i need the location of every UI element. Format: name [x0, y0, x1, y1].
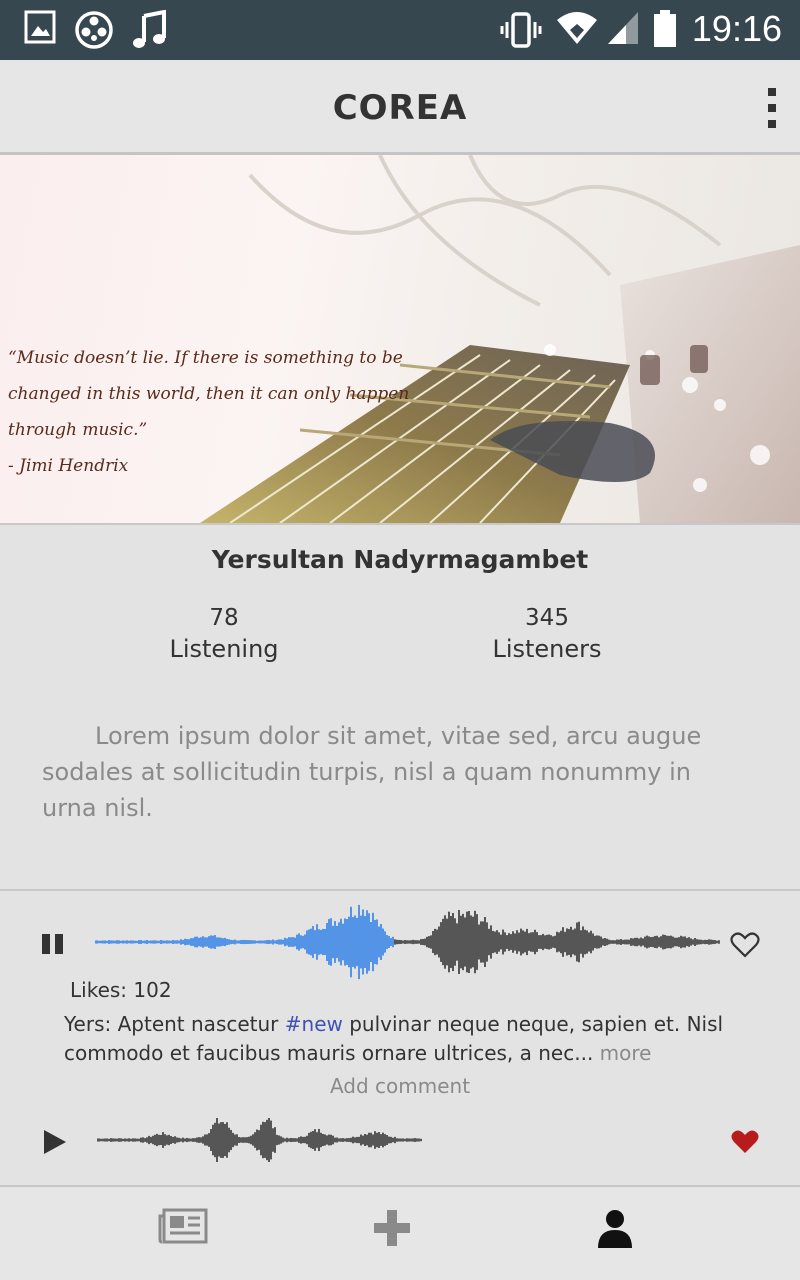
status-bar: 19:16 [0, 0, 800, 60]
profile-banner: “Music doesn’t lie. If there is somethin… [0, 155, 800, 525]
waveform-seekbar[interactable] [95, 900, 720, 984]
battery-icon [654, 10, 676, 47]
stat-value: 345 [525, 605, 569, 631]
stat-label: Listeners [492, 635, 602, 663]
image-icon [24, 10, 56, 44]
heart-outline-icon[interactable] [730, 931, 760, 959]
signal-icon [608, 12, 638, 44]
stat-value: 78 [209, 605, 239, 631]
divider [0, 1185, 800, 1187]
stat-label: Listening [169, 635, 279, 663]
likes-count[interactable]: Likes: 102 [70, 978, 172, 1002]
bottom-navigation [0, 1188, 800, 1280]
add-icon[interactable] [372, 1208, 412, 1248]
add-comment-button[interactable]: Add comment [0, 1074, 800, 1098]
profile-name: Yersultan Nadyrmagambet [211, 545, 589, 574]
profile-icon[interactable] [596, 1208, 634, 1248]
stat-listeners[interactable]: 345 Listeners [437, 605, 657, 663]
vibrate-icon [500, 12, 542, 48]
heart-filled-icon[interactable] [730, 1128, 760, 1156]
stat-listening[interactable]: 78 Listening [114, 605, 334, 663]
quote-author: - Jimi Hendrix [8, 456, 129, 476]
play-icon[interactable] [42, 1128, 68, 1156]
more-link[interactable]: more [600, 1041, 652, 1065]
overflow-menu-icon[interactable] [768, 88, 778, 128]
quote-text: “Music doesn’t lie. If there is somethin… [8, 348, 410, 440]
clock: 19:16 [691, 8, 782, 49]
news-feed-icon[interactable] [158, 1206, 208, 1246]
caption-author[interactable]: Yers: [64, 1012, 111, 1036]
music-note-icon [133, 10, 166, 48]
hashtag-link[interactable]: #new [285, 1012, 343, 1036]
film-reel-icon [75, 11, 113, 49]
caption-text: Aptent nascetur [111, 1012, 285, 1036]
wifi-icon [557, 12, 597, 44]
app-bar: COREA [0, 60, 800, 155]
divider [0, 889, 800, 891]
profile-bio: Lorem ipsum dolor sit amet, vitae sed, a… [42, 722, 702, 822]
pause-icon[interactable] [40, 932, 66, 956]
banner-quote: “Music doesn’t lie. If there is somethin… [8, 340, 418, 484]
app-title: COREA [332, 88, 468, 128]
waveform-seekbar[interactable] [97, 1108, 422, 1172]
track-caption: Yers: Aptent nascetur #new pulvinar nequ… [64, 1010, 764, 1068]
